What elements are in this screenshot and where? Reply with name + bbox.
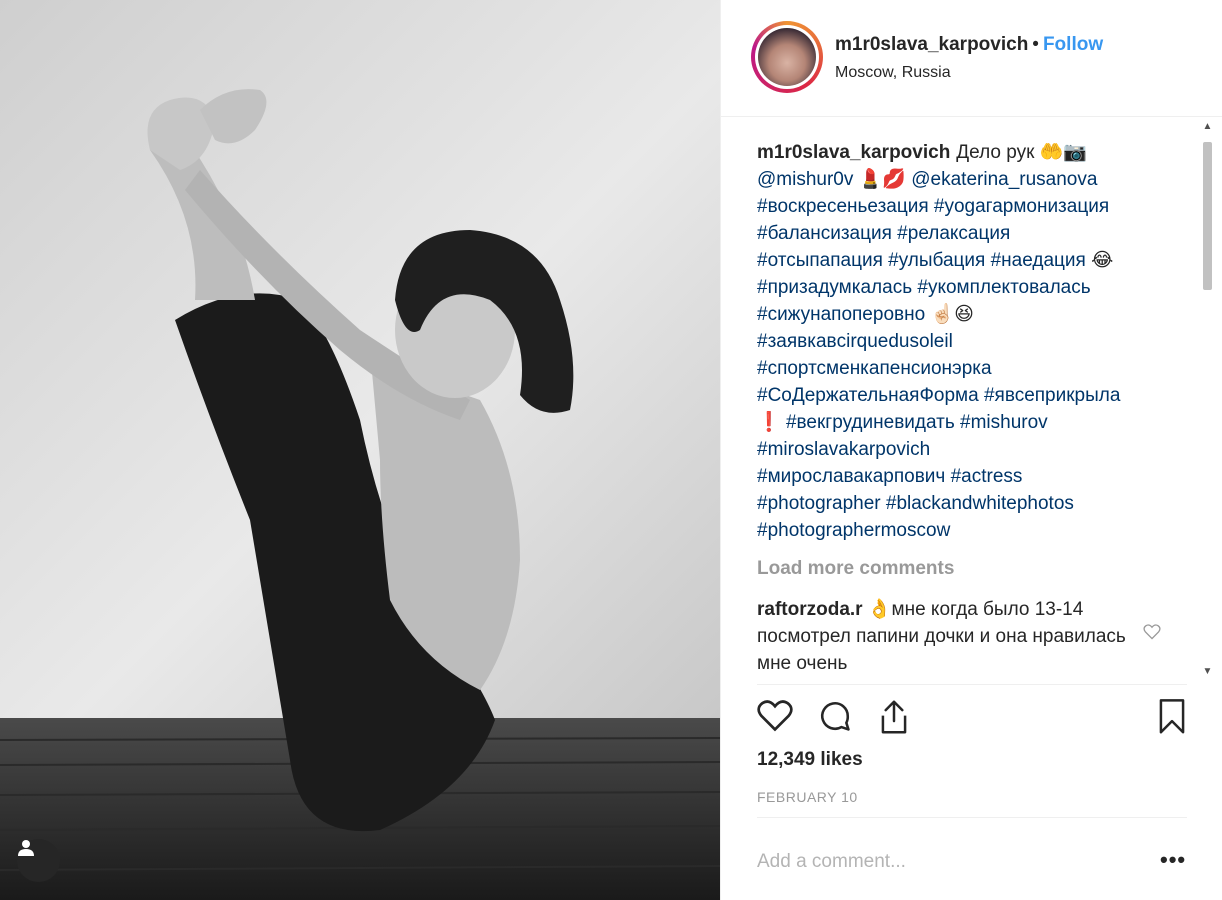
post-date[interactable]: FEBRUARY 10 bbox=[757, 789, 858, 805]
mention-link[interactable]: @mishur0v bbox=[757, 169, 853, 190]
post-header: m1r0slava_karpovich • Follow Moscow, Russi… bbox=[721, 0, 1222, 117]
post-details-panel: m1r0slava_karpovich • Follow Moscow, Russi… bbox=[720, 0, 1222, 900]
comment-item: raftorzoda.r 👌мне когда было 13-14 посмо… bbox=[757, 596, 1161, 677]
add-comment-section: ••• bbox=[757, 817, 1187, 900]
scroll-up-arrow-icon[interactable]: ▲ bbox=[1199, 118, 1216, 135]
location-link[interactable]: Moscow, Russia bbox=[835, 64, 951, 82]
comment-username[interactable]: raftorzoda.r bbox=[757, 599, 863, 620]
separator-dot: • bbox=[1032, 34, 1039, 55]
caption-emoji: 💄💋 bbox=[858, 169, 906, 190]
hashtag-line[interactable]: #отсыпапация #улыбация #наедация bbox=[757, 250, 1086, 271]
caption-emoji: ☝🏻😆 bbox=[930, 304, 974, 325]
caption: m1r0slava_karpovich Дело рук 🤲📷 @mishur0v… bbox=[757, 117, 1177, 544]
hashtag-line[interactable]: #призадумкалась #укомплектовалась bbox=[757, 277, 1091, 298]
post-photo[interactable] bbox=[0, 0, 720, 900]
heart-icon[interactable] bbox=[1143, 624, 1161, 640]
instagram-post: m1r0slava_karpovich • Follow Moscow, Russi… bbox=[0, 0, 1222, 900]
caption-emoji: 😂 bbox=[1091, 250, 1114, 271]
speech-bubble-icon[interactable] bbox=[818, 699, 852, 733]
hashtag-line[interactable]: #photographermoscow bbox=[757, 520, 950, 541]
avatar-border bbox=[755, 25, 819, 89]
hashtag-line[interactable]: #заявкавcirquedusoleil bbox=[757, 331, 953, 352]
comments-scrollbar[interactable]: ▲ ▼ bbox=[1199, 118, 1216, 684]
share-icon[interactable] bbox=[877, 699, 911, 735]
caption-emoji: ❗ bbox=[757, 412, 781, 433]
comment-emoji: 👌 bbox=[867, 599, 892, 620]
load-more-comments-button[interactable]: Load more comments bbox=[757, 558, 1191, 580]
comments-list[interactable]: m1r0slava_karpovich Дело рук 🤲📷 @mishur0v… bbox=[721, 117, 1191, 683]
follow-button[interactable]: Follow bbox=[1043, 34, 1103, 55]
more-options-button[interactable]: ••• bbox=[1160, 849, 1186, 871]
hashtag-line[interactable]: #мирославакарпович #actress bbox=[757, 466, 1022, 487]
header-user-line: m1r0slava_karpovich • Follow bbox=[835, 34, 1103, 56]
hashtag-line[interactable]: #воскресеньезация #yogaгармонизация bbox=[757, 196, 1109, 217]
hashtag-line[interactable]: #miroslavakarpovich bbox=[757, 439, 930, 460]
hashtag-line[interactable]: #photographer #blackandwhitephotos bbox=[757, 493, 1074, 514]
hashtag-line[interactable]: #СоДержательнаяФорма #явсеприкрыла bbox=[757, 385, 1120, 406]
caption-text: Дело рук 🤲📷 bbox=[956, 142, 1088, 163]
scroll-down-arrow-icon[interactable]: ▼ bbox=[1199, 663, 1216, 680]
avatar-image bbox=[758, 28, 816, 86]
add-comment-input[interactable] bbox=[757, 848, 1137, 876]
mention-link[interactable]: @ekaterina_rusanova bbox=[911, 169, 1097, 190]
author-username[interactable]: m1r0slava_karpovich bbox=[835, 34, 1028, 55]
action-bar: 12,349 likes FEBRUARY 10 bbox=[757, 684, 1187, 818]
heart-icon[interactable] bbox=[757, 699, 793, 733]
user-icon bbox=[18, 840, 34, 856]
hashtag-line[interactable]: #сижунапоперовно bbox=[757, 304, 925, 325]
hashtag-line[interactable]: #балансизация #релаксация bbox=[757, 223, 1010, 244]
likes-count[interactable]: 12,349 likes bbox=[757, 749, 863, 771]
photo-illustration bbox=[0, 0, 720, 900]
user-tag-button[interactable] bbox=[17, 839, 60, 882]
scroll-thumb[interactable] bbox=[1203, 142, 1212, 290]
avatar[interactable] bbox=[751, 21, 823, 93]
caption-username[interactable]: m1r0slava_karpovich bbox=[757, 142, 950, 163]
bookmark-icon[interactable] bbox=[1157, 699, 1187, 735]
hashtag-line[interactable]: #спортсменкапенсионэрка bbox=[757, 358, 992, 379]
hashtag-line[interactable]: #векгрудиневидать #mishurov bbox=[786, 412, 1048, 433]
